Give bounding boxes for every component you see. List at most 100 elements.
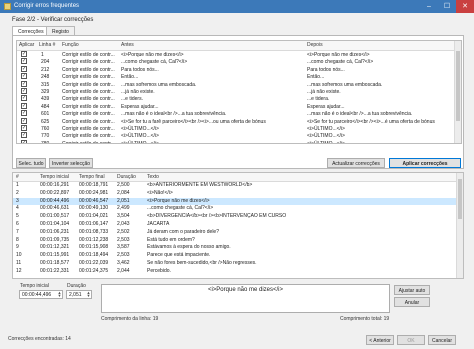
scroll-thumb[interactable] [456, 51, 460, 121]
duration: 2,084 [117, 189, 130, 196]
subtitle-row[interactable]: 9 00:01:12,321 00:01:15,908 3,587 Estávamos … [13, 244, 458, 251]
col-end-time[interactable]: Tempo final [79, 173, 105, 181]
col-apply[interactable]: Aplicar [19, 41, 34, 50]
duration: 2,502 [117, 228, 130, 235]
end-time: 00:00:49,130 [79, 205, 109, 212]
select-all-button[interactable]: Selec. tudo [16, 158, 46, 168]
col-duration[interactable]: Duração [117, 173, 136, 181]
back-button[interactable]: < Anterior [366, 335, 394, 345]
start-time: 00:00:46,631 [40, 205, 70, 212]
maximize-button[interactable]: ☐ [438, 0, 456, 13]
duration: 3,504 [117, 213, 130, 220]
apply-checkbox[interactable]: ✓ [21, 110, 27, 117]
invert-selection-button[interactable]: Inverter selecção [49, 158, 93, 168]
duration-input[interactable]: 2,051 ▲ ▼ [66, 290, 92, 299]
end-time: 00:01:04,021 [79, 213, 109, 220]
phase-label: Fase 2/2 - Verificar correcções [12, 17, 94, 23]
start-time-label: Tempo inicial [20, 283, 49, 289]
subtitle-list[interactable]: # Tempo inicial Tempo final Duração Text… [12, 172, 464, 279]
apply-fixes-button[interactable]: Aplicar correcções [389, 158, 461, 168]
start-time: 00:00:16,291 [40, 182, 70, 188]
col-number[interactable]: # [16, 173, 19, 181]
start-time: 00:01:18,577 [40, 260, 70, 266]
subtitle-text: Já deram com o paradeiro dele? [147, 228, 219, 235]
apply-checkbox[interactable]: ✓ [21, 95, 27, 102]
subtitle-row[interactable]: 8 00:01:09,735 00:01:12,238 2,503 Está tudo … [13, 237, 458, 244]
fixes-header [17, 41, 461, 51]
ok-button[interactable]: OK [397, 335, 425, 345]
fixes-found-label: Correcções encontradas: 14 [8, 336, 71, 342]
end-time: 00:00:18,791 [79, 182, 109, 188]
subtitle-row[interactable]: 12 00:01:22,331 00:01:24,375 2,044 Percebido… [13, 268, 458, 275]
refresh-fixes-button[interactable]: Actualizar correcções [327, 158, 385, 168]
subtitle-row[interactable]: 6 00:01:04,104 00:01:06,147 2,043 JACARTA [13, 221, 458, 228]
apply-checkbox[interactable]: ✓ [21, 80, 27, 87]
apply-checkbox[interactable]: ✓ [21, 73, 27, 80]
start-time: 00:01:15,991 [40, 252, 70, 259]
auto-adjust-button[interactable]: Ajustar auto [394, 285, 430, 295]
subtitle-row[interactable]: 11 00:01:18,577 00:01:22,039 3,462 Se não fo… [13, 260, 458, 267]
minimize-button[interactable]: – [420, 0, 438, 13]
apply-checkbox[interactable]: ✓ [21, 132, 27, 139]
subtitle-text: <b>ANTERIORMENTE EM WESTWORLD</b> [147, 182, 253, 188]
end-time: 00:01:12,238 [79, 236, 109, 243]
col-start-time[interactable]: Tempo inicial [40, 173, 69, 181]
subtitle-text-editor[interactable]: <i>Porque não me dizes</i> [101, 284, 390, 313]
col-line[interactable]: Linha # [39, 41, 55, 50]
duration: 2,499 [117, 205, 130, 212]
fixes-scrollbar[interactable] [454, 41, 461, 143]
subtitle-row[interactable]: 1 00:00:16,291 00:00:18,791 2,500 <b>ANTERIO… [13, 182, 458, 189]
apply-checkbox[interactable]: ✓ [21, 51, 27, 57]
duration: 2,043 [117, 221, 130, 227]
subtitle-scrollbar[interactable] [456, 173, 463, 278]
fix-row[interactable]: ✓ 780 Corrigir estilo de contr... <i>ÚLTIMO… [17, 139, 455, 144]
end-time: 00:01:18,494 [79, 252, 109, 259]
col-function[interactable]: Função [62, 41, 79, 50]
close-button[interactable]: ✕ [456, 0, 474, 13]
row-number: 7 [16, 228, 19, 235]
subtitle-row[interactable]: 7 00:01:06,231 00:01:08,733 2,502 Já deram c… [13, 229, 458, 236]
cancel-button[interactable]: Cancelar [428, 335, 456, 345]
end-time: 00:01:06,147 [79, 221, 109, 227]
col-text[interactable]: Texto [147, 173, 159, 181]
row-number: 2 [16, 189, 19, 196]
apply-checkbox[interactable]: ✓ [21, 139, 27, 143]
spin-arrows-icon[interactable]: ▲ ▼ [86, 291, 91, 298]
row-number: 8 [16, 236, 19, 243]
apply-checkbox[interactable]: ✓ [21, 102, 27, 109]
subtitle-row[interactable]: 2 00:00:22,897 00:00:24,981 2,084 <i>Não!</i… [13, 190, 458, 197]
start-time: 00:01:12,321 [40, 244, 70, 251]
subtitle-row[interactable]: 4 00:00:46,631 00:00:49,130 2,499 ...como ch… [13, 205, 458, 212]
total-length-label: Comprimento total: 19 [340, 316, 390, 322]
start-time-value: 00:00:44,496 [22, 292, 52, 298]
apply-checkbox[interactable]: ✓ [21, 125, 27, 131]
col-after[interactable]: Depois [307, 41, 323, 50]
undo-button[interactable]: Anular [394, 297, 430, 307]
subtitle-row[interactable]: 10 00:01:15,991 00:01:18,494 2,503 Parece qu… [13, 252, 458, 259]
apply-checkbox[interactable]: ✓ [21, 65, 27, 72]
before-cell: <i>ÚLTIMO...</i> [121, 140, 159, 144]
apply-checkbox[interactable]: ✓ [21, 88, 27, 94]
subtitle-text: <b>DIVERGÊNCIA</b><br /><b>INTERVENÇÃO E… [147, 213, 287, 220]
app-icon [4, 3, 11, 10]
start-time-input[interactable]: 00:00:44,496 ▲ ▼ [19, 290, 63, 299]
end-time: 00:00:24,981 [79, 189, 109, 196]
start-time: 00:00:22,897 [40, 189, 70, 196]
spin-arrows-icon[interactable]: ▲ ▼ [57, 291, 62, 298]
subtitle-row[interactable]: 3 00:00:44,496 00:00:46,547 2,051 <i>Porque … [13, 197, 458, 205]
duration-label: Duração [67, 283, 86, 289]
subtitle-row[interactable]: 5 00:01:00,517 00:01:04,021 3,504 <b>DIVERGÊ… [13, 213, 458, 220]
apply-checkbox[interactable]: ✓ [21, 58, 27, 65]
row-number: 4 [16, 205, 19, 212]
duration: 3,587 [117, 244, 130, 251]
end-time: 00:01:15,908 [79, 244, 109, 251]
apply-checkbox[interactable]: ✓ [21, 117, 27, 124]
subtitle-text: Está tudo em ordem? [147, 236, 195, 243]
fixes-list[interactable]: Aplicar Linha # Função Antes Depois ✓ 1 Co… [16, 40, 462, 144]
start-time: 00:01:04,104 [40, 221, 70, 227]
end-time: 00:01:24,375 [79, 267, 109, 274]
start-time: 00:01:09,735 [40, 236, 70, 243]
scroll-thumb[interactable] [458, 179, 462, 219]
subtitle-text: ...como chegaste cá, Cal?</i> [147, 205, 214, 212]
col-before[interactable]: Antes [121, 41, 134, 50]
